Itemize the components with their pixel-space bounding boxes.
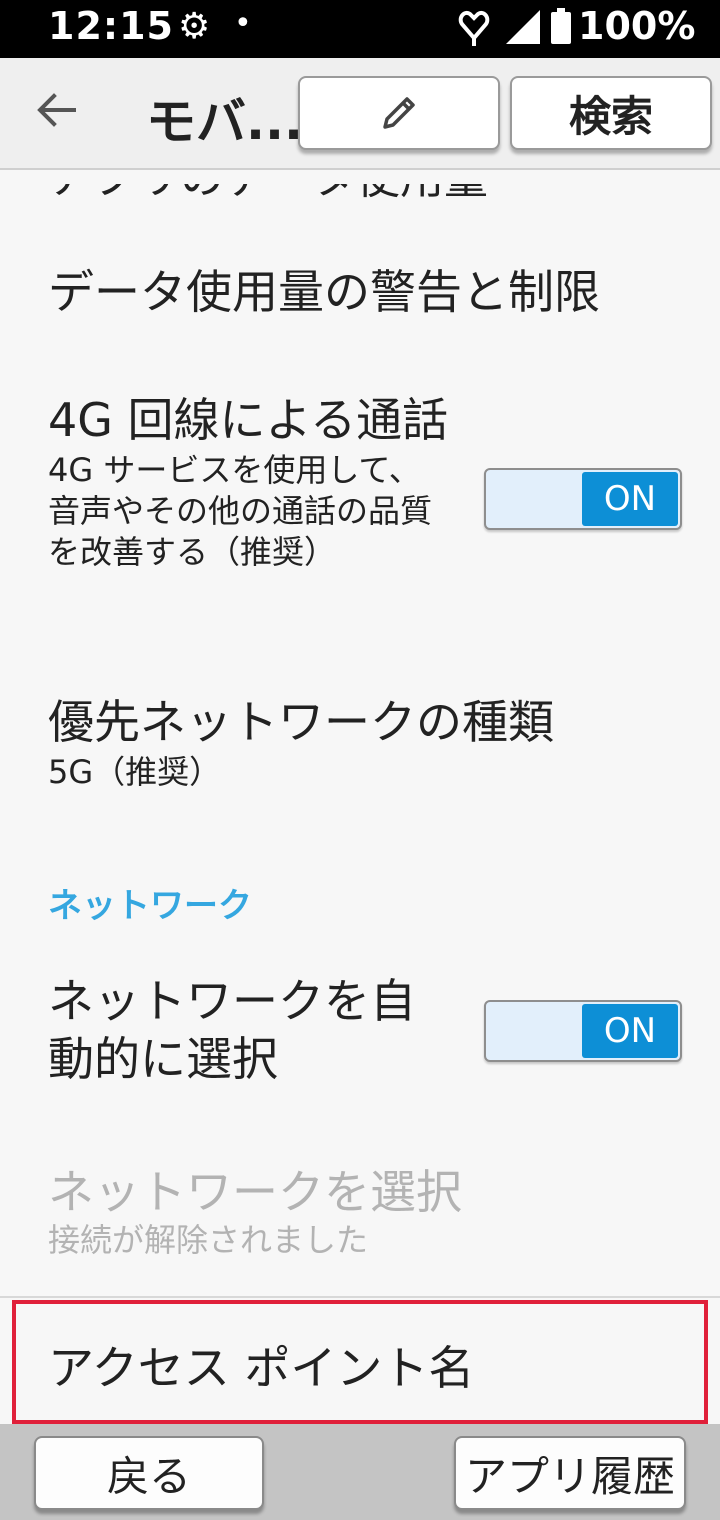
divider <box>0 1296 720 1298</box>
status-bar: 12:15 ⚙ • 100% <box>0 0 720 58</box>
list-item-select-network-subtitle: 接続が解除されました <box>48 1221 369 1259</box>
navigation-bar: 戻る アプリ履歴 <box>0 1424 720 1520</box>
app-history-button[interactable]: アプリ履歴 <box>454 1436 686 1510</box>
battery-icon <box>551 8 571 44</box>
highlight-box <box>12 1300 708 1424</box>
list-item-volte-title[interactable]: 4G 回線による通話 <box>48 384 448 450</box>
list-item-preferred-network-title[interactable]: 優先ネットワークの種類 <box>48 686 554 752</box>
notification-dot: • <box>234 6 252 41</box>
list-item-data-warning[interactable]: データ使用量の警告と制限 <box>48 256 600 322</box>
search-button[interactable]: 検索 <box>510 76 712 150</box>
volte-toggle-label: ON <box>582 472 678 526</box>
cell-signal-icon <box>506 10 540 44</box>
back-arrow-icon[interactable] <box>34 88 78 132</box>
edit-button[interactable] <box>298 76 500 150</box>
list-item-preferred-network-subtitle: 5G（推奨） <box>48 753 222 791</box>
auto-select-toggle[interactable]: ON <box>484 1000 682 1062</box>
heart-signal-icon <box>458 11 490 46</box>
section-header-network: ネットワーク <box>48 886 252 926</box>
gear-icon: ⚙ <box>178 6 211 47</box>
list-item-volte-subtitle: 4G サービスを使用して、音声やその他の通話の品質を改善する（推奨） <box>48 451 433 571</box>
back-button[interactable]: 戻る <box>34 1436 264 1510</box>
volte-toggle[interactable]: ON <box>484 468 682 530</box>
list-item-auto-select-network[interactable]: ネットワークを自動的に選択 <box>48 972 448 1088</box>
battery-percent: 100% <box>578 4 696 48</box>
app-bar: モバ... 検索 <box>0 58 720 170</box>
page-title: モバ... <box>146 93 303 151</box>
pencil-icon <box>383 97 415 129</box>
status-time: 12:15 <box>48 4 174 48</box>
auto-select-toggle-label: ON <box>582 1004 678 1058</box>
list-item-select-network-title[interactable]: ネットワークを選択 <box>48 1156 462 1222</box>
